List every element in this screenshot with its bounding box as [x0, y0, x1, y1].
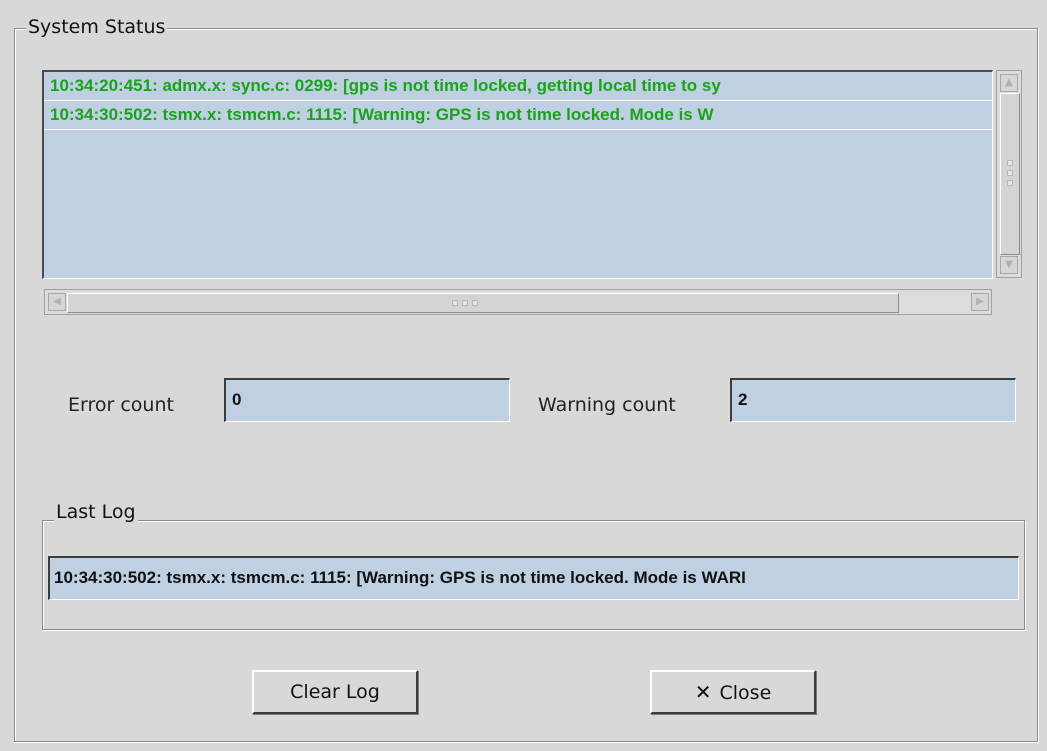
- last-log-field: 10:34:30:502: tsmx.x: tsmcm.c: 1115: [Wa…: [48, 556, 1019, 600]
- last-log-title: Last Log: [54, 500, 138, 524]
- error-count-label: Error count: [68, 394, 174, 416]
- system-status-title: System Status: [26, 15, 168, 39]
- log-horizontal-scrollbar[interactable]: ◀ ▶: [44, 289, 992, 315]
- grip-icon: [472, 300, 478, 306]
- log-line[interactable]: 10:34:20:451: admx.x: sync.c: 0299: [gps…: [44, 72, 992, 101]
- clear-log-button[interactable]: Clear Log: [252, 670, 418, 714]
- warning-count-field: 2: [730, 378, 1016, 422]
- clear-log-button-label: Clear Log: [290, 681, 380, 703]
- grip-icon: [452, 300, 458, 306]
- vertical-scroll-thumb[interactable]: [1000, 93, 1020, 255]
- scroll-up-arrow-icon[interactable]: ▲: [1000, 74, 1018, 92]
- log-list[interactable]: 10:34:20:451: admx.x: sync.c: 0299: [gps…: [42, 70, 993, 279]
- scroll-left-arrow-icon[interactable]: ◀: [48, 293, 66, 311]
- close-button-label: Close: [719, 682, 772, 704]
- log-vertical-scrollbar[interactable]: ▲ ▼: [996, 70, 1022, 278]
- grip-icon: [1007, 170, 1013, 176]
- grip-icon: [1007, 180, 1013, 186]
- scroll-right-arrow-icon[interactable]: ▶: [971, 293, 989, 311]
- x-icon: ✕: [694, 680, 712, 704]
- grip-icon: [462, 300, 468, 306]
- close-button[interactable]: ✕ Close: [650, 670, 816, 714]
- error-count-field: 0: [224, 378, 510, 422]
- grip-icon: [1007, 160, 1013, 166]
- warning-count-label: Warning count: [538, 394, 676, 416]
- log-line[interactable]: 10:34:30:502: tsmx.x: tsmcm.c: 1115: [Wa…: [44, 101, 992, 130]
- horizontal-scroll-thumb[interactable]: [67, 293, 899, 313]
- scroll-down-arrow-icon[interactable]: ▼: [1000, 256, 1018, 274]
